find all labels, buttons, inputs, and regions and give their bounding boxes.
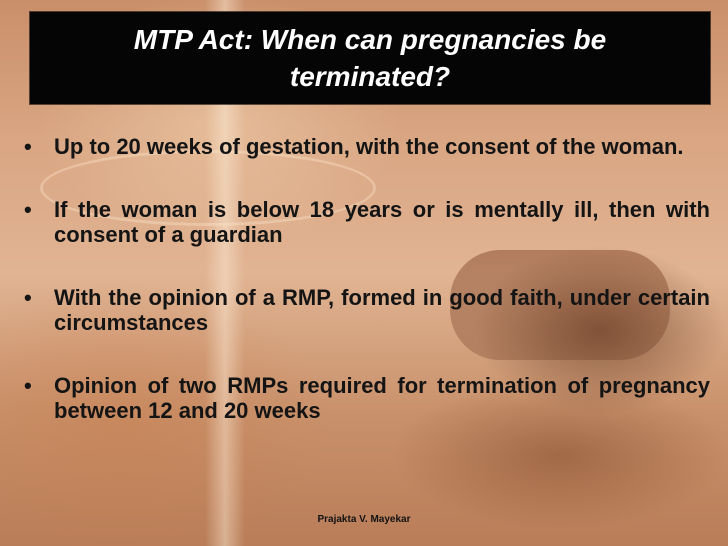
bullet-list: • Up to 20 weeks of gestation, with the … [24, 134, 710, 461]
bullet-text: With the opinion of a RMP, formed in goo… [54, 285, 710, 335]
bullet-text: Up to 20 weeks of gestation, with the co… [54, 134, 684, 159]
bullet-icon: • [24, 197, 32, 222]
bullet-item: • If the woman is below 18 years or is m… [24, 197, 710, 247]
slide-title: MTP Act: When can pregnancies be termina… [133, 24, 607, 92]
bullet-icon: • [24, 373, 32, 398]
bullet-text: Opinion of two RMPs required for termina… [54, 373, 710, 423]
bullet-text: If the woman is below 18 years or is men… [54, 197, 710, 247]
title-box: MTP Act: When can pregnancies be termina… [30, 12, 710, 104]
bullet-icon: • [24, 134, 32, 159]
bullet-item: • Up to 20 weeks of gestation, with the … [24, 134, 710, 159]
slide: MTP Act: When can pregnancies be termina… [0, 0, 728, 546]
bullet-item: • Opinion of two RMPs required for termi… [24, 373, 710, 423]
footer-author: Prajakta V. Mayekar [317, 514, 411, 525]
bullet-item: • With the opinion of a RMP, formed in g… [24, 285, 710, 335]
bullet-icon: • [24, 285, 32, 310]
